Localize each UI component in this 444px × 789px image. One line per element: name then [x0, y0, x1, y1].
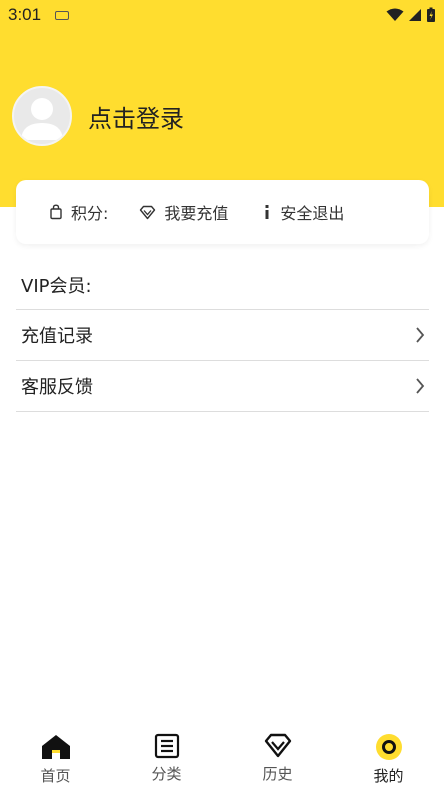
tab-mine[interactable]: 我的	[333, 728, 444, 789]
tab-history[interactable]: 历史	[222, 728, 333, 789]
recharge-label: 我要充值	[164, 204, 229, 223]
menu-list: VIP会员: 充值记录 客服反馈	[16, 260, 429, 412]
default-avatar-icon	[21, 98, 63, 140]
status-time: 3:01	[8, 5, 42, 24]
tab-category[interactable]: 分类	[111, 728, 222, 789]
keyboard-icon	[55, 10, 70, 20]
points-label: 积分:	[71, 204, 109, 223]
status-bar: 3:01	[0, 0, 444, 30]
battery-icon	[427, 7, 435, 22]
category-icon	[154, 733, 179, 759]
bag-icon	[50, 204, 62, 220]
info-icon	[265, 205, 269, 219]
recharge-item[interactable]: 我要充值	[139, 200, 228, 224]
profile-header: 3:01 点击登录	[0, 0, 444, 207]
tab-home[interactable]: 首页	[0, 728, 111, 789]
login-area[interactable]: 点击登录	[12, 86, 184, 146]
feedback-label: 客服反馈	[21, 377, 93, 398]
profile-ring-icon	[375, 734, 402, 760]
login-link[interactable]: 点击登录	[88, 99, 184, 134]
avatar[interactable]	[12, 86, 72, 146]
cell-signal-icon	[409, 9, 421, 21]
status-icons	[386, 7, 436, 23]
chevron-right-icon	[416, 327, 425, 343]
vip-row: VIP会员:	[16, 260, 429, 310]
vip-label: VIP会员:	[21, 275, 92, 297]
tab-history-label: 历史	[262, 765, 293, 783]
points-item[interactable]: 积分:	[49, 200, 108, 224]
tab-home-label: 首页	[40, 767, 71, 785]
bottom-nav: 首页 分类 历史 我的	[0, 728, 444, 789]
account-card: 积分: 我要充值 安全退出	[16, 180, 429, 244]
feedback-row[interactable]: 客服反馈	[16, 361, 429, 412]
logout-label: 安全退出	[280, 204, 345, 223]
recharge-record-row[interactable]: 充值记录	[16, 310, 429, 361]
tab-category-label: 分类	[151, 765, 182, 783]
app-screen: 3:01 点击登录 积分: 我要充值 安全退出 VIP会员: 充值记录 客服反馈…	[0, 0, 444, 789]
wifi-icon	[386, 8, 404, 21]
diamond-outline-icon	[140, 205, 156, 219]
tab-mine-label: 我的	[373, 767, 404, 785]
chevron-right-icon	[416, 378, 425, 394]
diamond-icon	[264, 733, 291, 758]
recharge-record-label: 充值记录	[21, 326, 93, 347]
logout-item[interactable]: 安全退出	[262, 200, 344, 224]
home-icon	[41, 735, 70, 759]
